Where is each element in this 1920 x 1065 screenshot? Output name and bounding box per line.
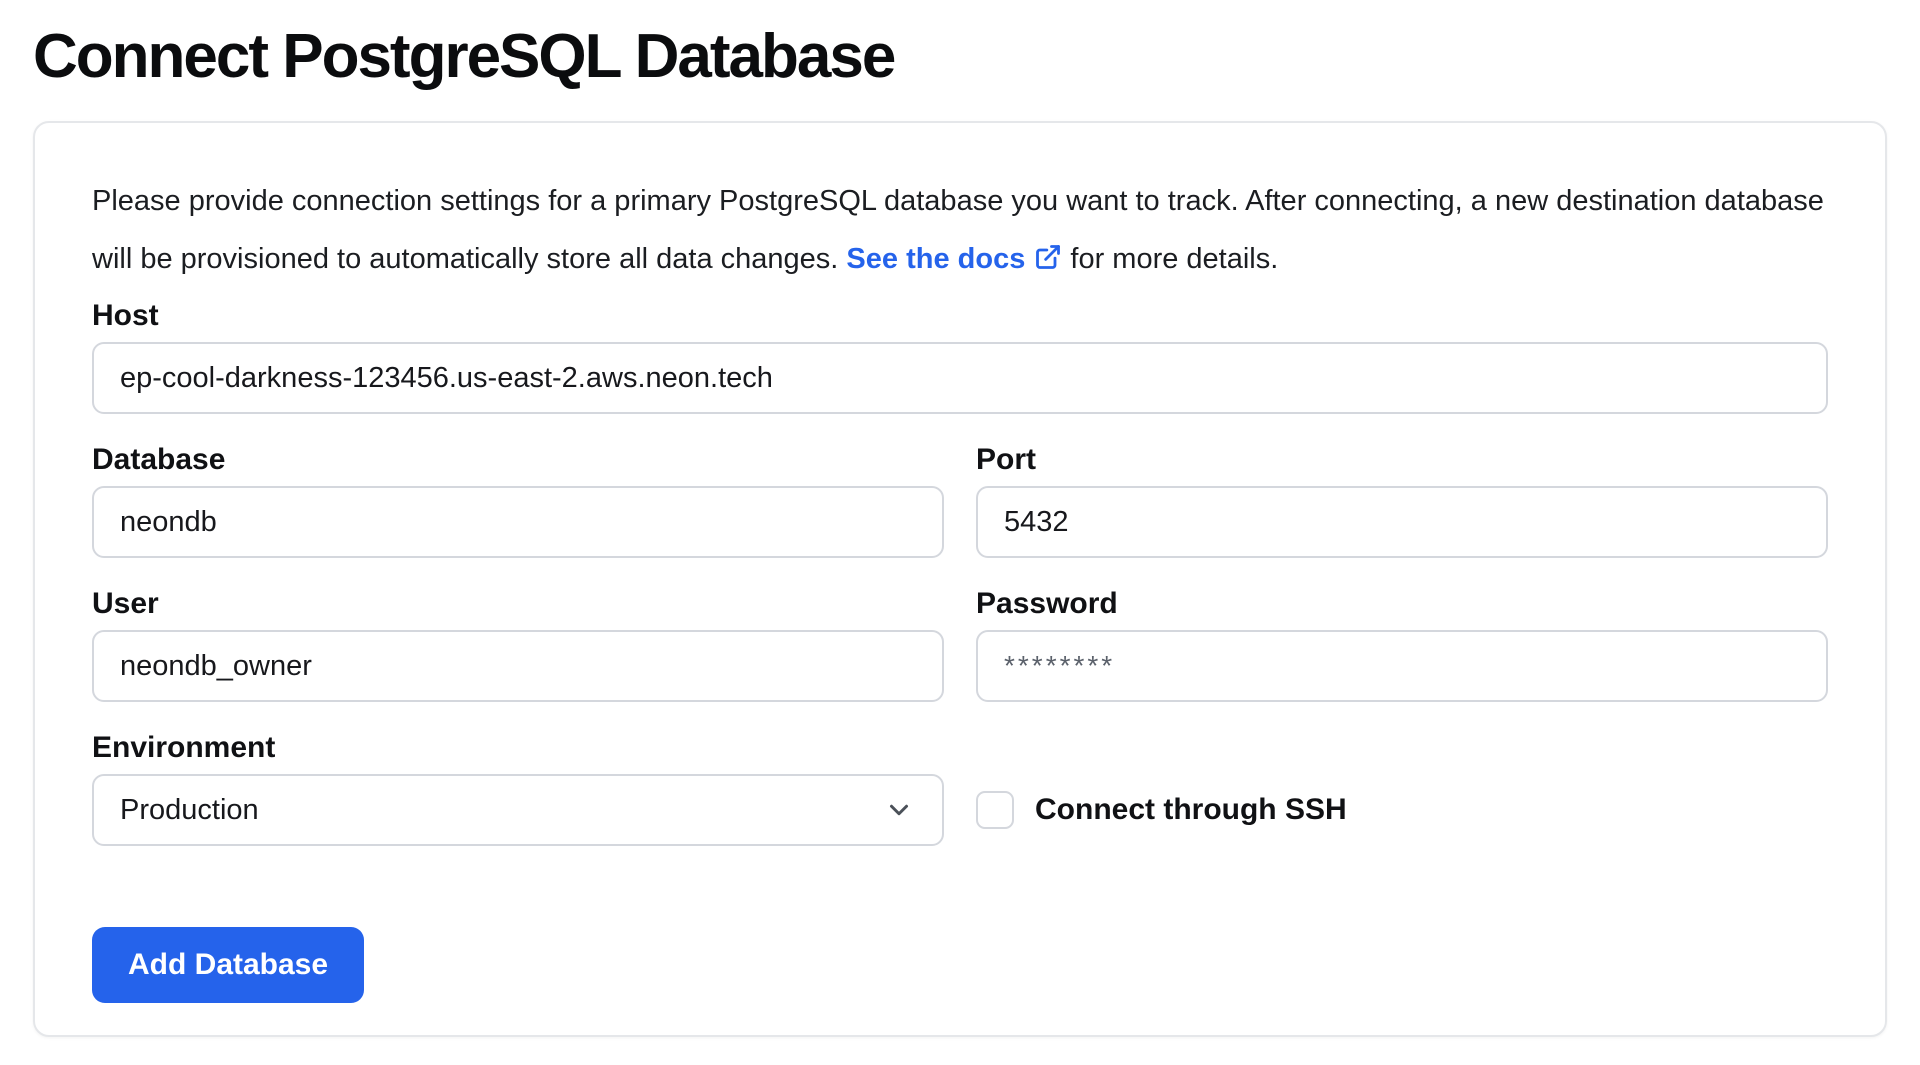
port-field: Port <box>976 442 1828 558</box>
database-field: Database <box>92 442 944 558</box>
password-field: Password <box>976 586 1828 702</box>
host-label: Host <box>92 298 1828 334</box>
page-title: Connect PostgreSQL Database <box>33 24 1887 90</box>
form-description: Please provide connection settings for a… <box>92 172 1828 288</box>
database-input[interactable] <box>92 486 944 558</box>
chevron-down-icon <box>884 795 914 825</box>
docs-link-label: See the docs <box>846 243 1025 275</box>
environment-ssh-row: Environment Production Connect through S… <box>92 730 1828 874</box>
user-field: User <box>92 586 944 702</box>
user-input[interactable] <box>92 630 944 702</box>
database-port-row: Database Port <box>92 442 1828 586</box>
add-database-button[interactable]: Add Database <box>92 927 364 1003</box>
ssh-checkbox-label[interactable]: Connect through SSH <box>1035 793 1347 827</box>
ssh-field: Connect through SSH <box>976 774 1828 846</box>
password-label: Password <box>976 586 1828 622</box>
database-label: Database <box>92 442 944 478</box>
environment-label: Environment <box>92 730 944 766</box>
page: Connect PostgreSQL Database Please provi… <box>0 0 1920 1037</box>
description-text-after: for more details. <box>1070 243 1278 275</box>
port-label: Port <box>976 442 1828 478</box>
environment-selected-value: Production <box>120 794 259 827</box>
host-field: Host <box>92 298 1828 414</box>
external-link-icon <box>1034 233 1062 261</box>
connection-form-card: Please provide connection settings for a… <box>33 121 1887 1037</box>
port-input[interactable] <box>976 486 1828 558</box>
user-password-row: User Password <box>92 586 1828 730</box>
ssh-checkbox[interactable] <box>976 791 1014 829</box>
password-input[interactable] <box>976 630 1828 702</box>
environment-select[interactable]: Production <box>92 774 944 846</box>
host-input[interactable] <box>92 342 1828 414</box>
environment-field: Environment Production <box>92 730 944 846</box>
see-the-docs-link[interactable]: See the docs <box>846 243 1062 275</box>
user-label: User <box>92 586 944 622</box>
